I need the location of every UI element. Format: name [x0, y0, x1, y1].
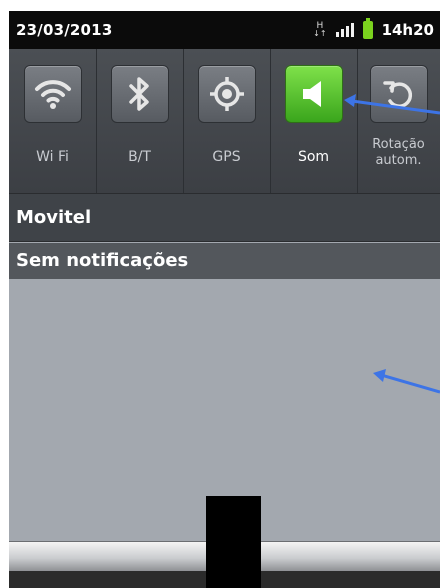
status-time: 14h20 — [381, 21, 434, 39]
bluetooth-label: B/T — [128, 149, 151, 165]
bluetooth-icon — [129, 77, 149, 111]
toggle-sound[interactable]: Som — [270, 49, 357, 193]
gps-tile[interactable] — [198, 65, 256, 123]
rotate-tile[interactable] — [370, 65, 428, 123]
battery-icon — [362, 18, 373, 39]
gps-icon — [210, 77, 244, 111]
wifi-label: Wi Fi — [36, 149, 69, 165]
sound-tile[interactable] — [285, 65, 343, 123]
status-date: 23/03/2013 — [16, 21, 113, 39]
signal-strength-icon — [335, 23, 354, 37]
toggle-wifi[interactable]: Wi Fi — [9, 49, 96, 193]
data-activity-icon: H ↓↑ — [313, 21, 327, 38]
gps-label: GPS — [212, 149, 241, 165]
auto-rotate-label-line2: autom. — [375, 153, 422, 168]
quick-settings-panel: Wi Fi B/T GPS Som Rotação autom. — [9, 49, 440, 194]
carrier-name: Movitel — [9, 194, 440, 242]
notification-panel-screen: 23/03/2013 H ↓↑ 14h20 Wi Fi B/T GPS Som … — [9, 11, 440, 588]
sound-label: Som — [297, 149, 330, 165]
auto-rotate-label-line1: Rotação — [372, 137, 425, 152]
speaker-icon — [303, 81, 321, 107]
bluetooth-tile[interactable] — [111, 65, 169, 123]
notifications-header: Sem notificações — [9, 243, 440, 279]
status-bar: 23/03/2013 H ↓↑ 14h20 — [9, 11, 440, 49]
redaction-block — [206, 496, 261, 588]
wifi-tile[interactable] — [24, 65, 82, 123]
toggle-gps[interactable]: GPS — [183, 49, 270, 193]
auto-rotate-label: Rotação autom. — [357, 137, 440, 169]
phone-frame: 23/03/2013 H ↓↑ 14h20 Wi Fi B/T GPS Som … — [0, 0, 440, 588]
toggle-bluetooth[interactable]: B/T — [96, 49, 183, 193]
wifi-icon — [35, 80, 71, 109]
toggle-auto-rotate[interactable]: Rotação autom. — [357, 49, 440, 193]
status-icons: H ↓↑ 14h20 — [313, 18, 434, 41]
rotate-icon — [383, 81, 413, 108]
